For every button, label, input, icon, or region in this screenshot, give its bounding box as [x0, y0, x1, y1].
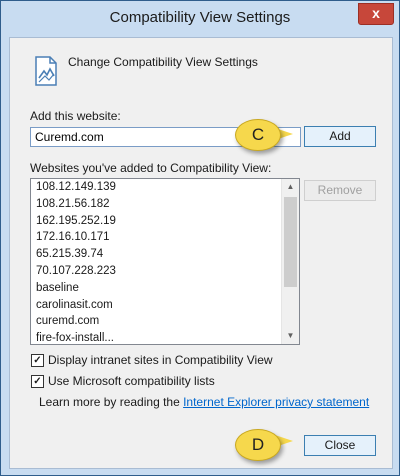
ms-lists-label: Use Microsoft compatibility lists	[48, 374, 215, 388]
scroll-down-icon[interactable]: ▼	[282, 328, 299, 344]
learn-more-prefix: Learn more by reading the	[39, 395, 184, 409]
list-item[interactable]: curemd.com	[31, 313, 281, 330]
close-button[interactable]: Close	[304, 435, 376, 456]
add-button[interactable]: Add	[304, 126, 376, 147]
callout-d: D	[235, 429, 281, 461]
ms-lists-checkbox[interactable]: ✓	[31, 375, 44, 388]
list-item[interactable]: 108.12.149.139	[31, 179, 281, 196]
dialog-title: Compatibility View Settings	[109, 9, 291, 26]
learn-more-text: Learn more by reading the Internet Explo…	[39, 395, 369, 409]
add-website-label: Add this website:	[30, 109, 121, 123]
list-scrollbar[interactable]: ▲ ▼	[281, 179, 299, 344]
list-item[interactable]: 70.107.228.223	[31, 263, 281, 280]
compat-view-page-icon	[32, 56, 60, 86]
list-item[interactable]: 162.195.252.19	[31, 213, 281, 230]
list-item[interactable]: carolinasit.com	[31, 297, 281, 314]
list-item[interactable]: 65.215.39.74	[31, 246, 281, 263]
callout-c: C	[235, 119, 281, 151]
window-close-button[interactable]: x	[358, 3, 394, 25]
remove-button[interactable]: Remove	[304, 180, 376, 201]
websites-list-label: Websites you've added to Compatibility V…	[30, 161, 272, 175]
intranet-checkbox[interactable]: ✓	[31, 354, 44, 367]
checkmark-icon: ✓	[33, 376, 42, 387]
privacy-statement-link[interactable]: Internet Explorer privacy statement	[183, 395, 369, 409]
scroll-thumb[interactable]	[284, 197, 297, 287]
dialog-body: Change Compatibility View Settings Add t…	[9, 37, 393, 469]
checkmark-icon: ✓	[33, 355, 42, 366]
scroll-up-icon[interactable]: ▲	[282, 179, 299, 195]
list-item[interactable]: 172.16.10.171	[31, 229, 281, 246]
compatibility-view-dialog: Compatibility View Settings x Change Com…	[0, 0, 400, 476]
websites-list-items: 108.12.149.139 108.21.56.182 162.195.252.1…	[31, 179, 281, 344]
list-item[interactable]: 108.21.56.182	[31, 196, 281, 213]
list-item[interactable]: fire-fox-install...	[31, 330, 281, 344]
intranet-label: Display intranet sites in Compatibility …	[48, 353, 273, 367]
header-text: Change Compatibility View Settings	[68, 55, 258, 69]
websites-list[interactable]: 108.12.149.139 108.21.56.182 162.195.252.1…	[30, 178, 300, 345]
list-item[interactable]: baseline	[31, 280, 281, 297]
title-bar: Compatibility View Settings x	[1, 1, 399, 37]
